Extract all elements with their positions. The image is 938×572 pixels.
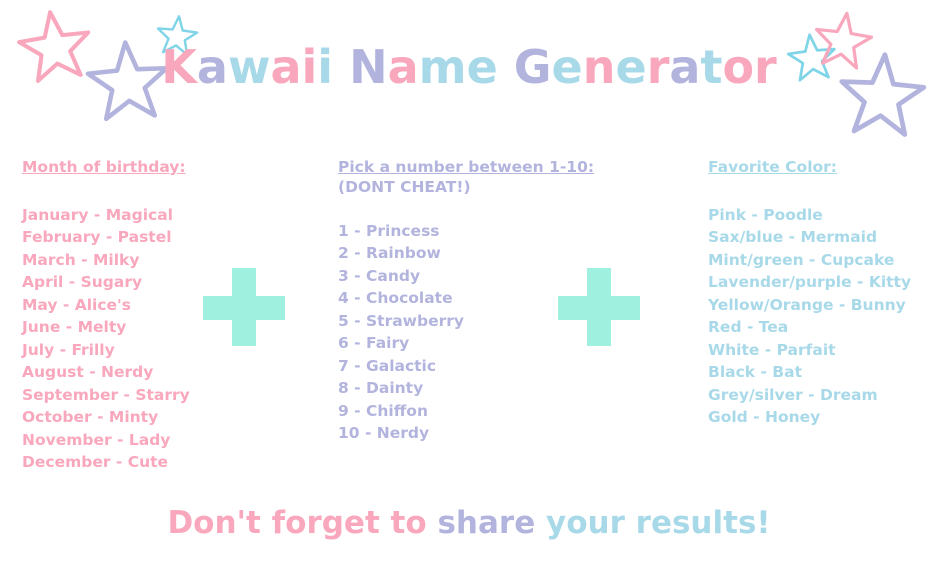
column-favorite-color: Favorite Color: Pink - Poodle Sax/blue - … bbox=[708, 158, 911, 429]
footer-segment: share bbox=[437, 505, 547, 541]
number-list-item: 5 - Strawberry bbox=[338, 311, 465, 330]
color-list-item: Sax/blue - Mermaid bbox=[708, 228, 878, 247]
column-number-heading: Pick a number between 1-10: bbox=[338, 158, 595, 176]
month-list-item: April - Sugary bbox=[22, 273, 143, 292]
column-month-heading: Month of birthday: bbox=[22, 158, 186, 176]
title-letter: r bbox=[754, 40, 777, 94]
color-list-item: Mint/green - Cupcake bbox=[708, 250, 895, 269]
title-letter: r bbox=[646, 40, 670, 94]
title-letter: i bbox=[301, 40, 318, 94]
title-letter: e bbox=[466, 40, 498, 94]
month-list-item: June - Melty bbox=[22, 318, 127, 337]
title-letter: a bbox=[669, 40, 701, 94]
number-list-item: 8 - Dainty bbox=[338, 379, 424, 398]
title-letter: o bbox=[722, 40, 755, 94]
kawaii-name-generator-page: Kawaii Name Generator Month of birthday:… bbox=[0, 0, 938, 572]
column-pick-a-number: Pick a number between 1-10: (DONT CHEAT!… bbox=[338, 158, 594, 445]
number-list-item: 6 - Fairy bbox=[338, 334, 410, 353]
color-list-item: Grey/silver - Dream bbox=[708, 385, 878, 404]
title-letter: N bbox=[349, 40, 388, 94]
month-list-item: March - Milky bbox=[22, 250, 140, 269]
title-letter: i bbox=[317, 40, 334, 94]
color-list: Pink - Poodle Sax/blue - Mermaid Mint/gree… bbox=[708, 204, 911, 429]
color-list-item: Gold - Honey bbox=[708, 408, 821, 427]
title-letter: m bbox=[418, 40, 467, 94]
plus-divider-1 bbox=[203, 268, 285, 346]
title-letter: K bbox=[161, 40, 197, 94]
title-letter: a bbox=[270, 40, 302, 94]
number-list-item: 7 - Galactic bbox=[338, 356, 437, 375]
column-month-of-birthday: Month of birthday: January - Magical Febr… bbox=[22, 158, 190, 474]
title-letter: e bbox=[551, 40, 583, 94]
color-list-item: Pink - Poodle bbox=[708, 205, 823, 224]
plus-vertical-bar bbox=[587, 268, 611, 346]
number-list-item: 4 - Chocolate bbox=[338, 289, 453, 308]
plus-vertical-bar bbox=[232, 268, 256, 346]
month-list-item: July - Frilly bbox=[22, 340, 115, 359]
title-letter: a bbox=[196, 40, 228, 94]
title-letter: t bbox=[700, 40, 723, 94]
month-list-item: February - Pastel bbox=[22, 228, 172, 247]
month-list-item: September - Starry bbox=[22, 385, 190, 404]
title-letter: e bbox=[615, 40, 647, 94]
title-letter: a bbox=[387, 40, 419, 94]
month-list-item: January - Magical bbox=[22, 205, 173, 224]
number-list-item: 3 - Candy bbox=[338, 266, 421, 285]
footer-segment: your results! bbox=[546, 505, 771, 541]
title-letter bbox=[333, 40, 349, 94]
number-list: 1 - Princess 2 - Rainbow 3 - Candy 4 - Choc… bbox=[338, 220, 594, 445]
column-number-subheading: (DONT CHEAT!) bbox=[338, 177, 471, 196]
month-list-item: May - Alice's bbox=[22, 295, 132, 314]
title-letter bbox=[498, 40, 514, 94]
footer-segment: Don't forget to bbox=[167, 505, 438, 541]
month-list-item: December - Cute bbox=[22, 453, 169, 472]
number-list-item: 2 - Rainbow bbox=[338, 244, 441, 263]
color-list-item: Black - Bat bbox=[708, 363, 802, 382]
number-list-item: 9 - Chiffon bbox=[338, 401, 428, 420]
plus-divider-2 bbox=[558, 268, 640, 346]
color-list-item: Yellow/Orange - Bunny bbox=[708, 295, 906, 314]
column-color-heading: Favorite Color: bbox=[708, 158, 837, 176]
title-letter: n bbox=[582, 40, 616, 94]
month-list: January - Magical February - Pastel March … bbox=[22, 204, 190, 474]
color-list-item: White - Parfait bbox=[708, 340, 836, 359]
color-list-item: Lavender/purple - Kitty bbox=[708, 273, 912, 292]
month-list-item: November - Lady bbox=[22, 430, 171, 449]
number-list-item: 10 - Nerdy bbox=[338, 424, 430, 443]
month-list-item: October - Minty bbox=[22, 408, 159, 427]
page-title: Kawaii Name Generator bbox=[0, 44, 938, 90]
share-results-footer: Don't forget to share your results! bbox=[0, 508, 938, 539]
title-letter: G bbox=[513, 40, 552, 94]
color-list-item: Red - Tea bbox=[708, 318, 789, 337]
month-list-item: August - Nerdy bbox=[22, 363, 154, 382]
number-list-item: 1 - Princess bbox=[338, 221, 440, 240]
title-letter: w bbox=[227, 40, 271, 94]
